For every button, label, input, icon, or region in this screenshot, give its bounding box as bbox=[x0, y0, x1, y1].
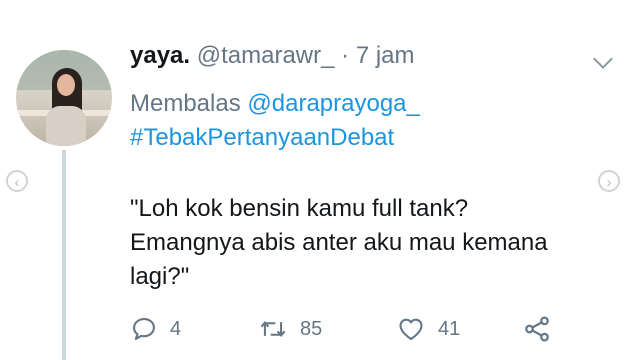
reply-icon bbox=[133, 318, 155, 340]
reply-mention-link[interactable]: @daraprayoga_ bbox=[247, 90, 419, 117]
heart-icon bbox=[399, 318, 423, 340]
tweet-actions: 4 85 41 bbox=[130, 312, 610, 346]
tweet-text-line: "Loh kok bensin kamu full tank? bbox=[130, 195, 469, 222]
separator-dot: · bbox=[341, 42, 350, 69]
retweet-count: 85 bbox=[300, 317, 323, 340]
user-handle[interactable]: @tamarawr_ bbox=[197, 42, 335, 69]
avatar-face bbox=[57, 74, 75, 96]
share-button[interactable] bbox=[522, 312, 552, 346]
chevron-left-icon[interactable]: ‹ bbox=[6, 170, 28, 192]
retweet-button[interactable]: 85 bbox=[258, 312, 322, 346]
timestamp[interactable]: 7 jam bbox=[356, 42, 415, 69]
share-icon bbox=[525, 316, 549, 342]
avatar[interactable] bbox=[16, 50, 112, 146]
avatar-body bbox=[46, 106, 86, 146]
tweet-text-line: lagi?" bbox=[130, 263, 190, 290]
tweet-text-line: Emangnya abis anter aku mau kemana bbox=[130, 229, 548, 256]
reply-prefix: Membalas bbox=[130, 90, 241, 117]
tweet-text: "Loh kok bensin kamu full tank? Emangnya… bbox=[130, 192, 590, 294]
reply-button[interactable]: 4 bbox=[130, 312, 181, 346]
thread-line bbox=[62, 150, 66, 360]
tweet-header: yaya. @tamarawr_ · 7 jam bbox=[130, 42, 415, 70]
like-button[interactable]: 41 bbox=[396, 312, 460, 346]
chevron-right-icon[interactable]: › bbox=[598, 170, 620, 192]
hashtag-link[interactable]: #TebakPertanyaanDebat bbox=[130, 124, 394, 152]
reply-count: 4 bbox=[170, 317, 182, 340]
chevron-down-icon[interactable] bbox=[593, 49, 613, 69]
retweet-icon bbox=[260, 321, 286, 337]
like-count: 41 bbox=[438, 317, 461, 340]
display-name[interactable]: yaya. bbox=[130, 42, 190, 69]
reply-context: Membalas @daraprayoga_ bbox=[130, 90, 420, 118]
